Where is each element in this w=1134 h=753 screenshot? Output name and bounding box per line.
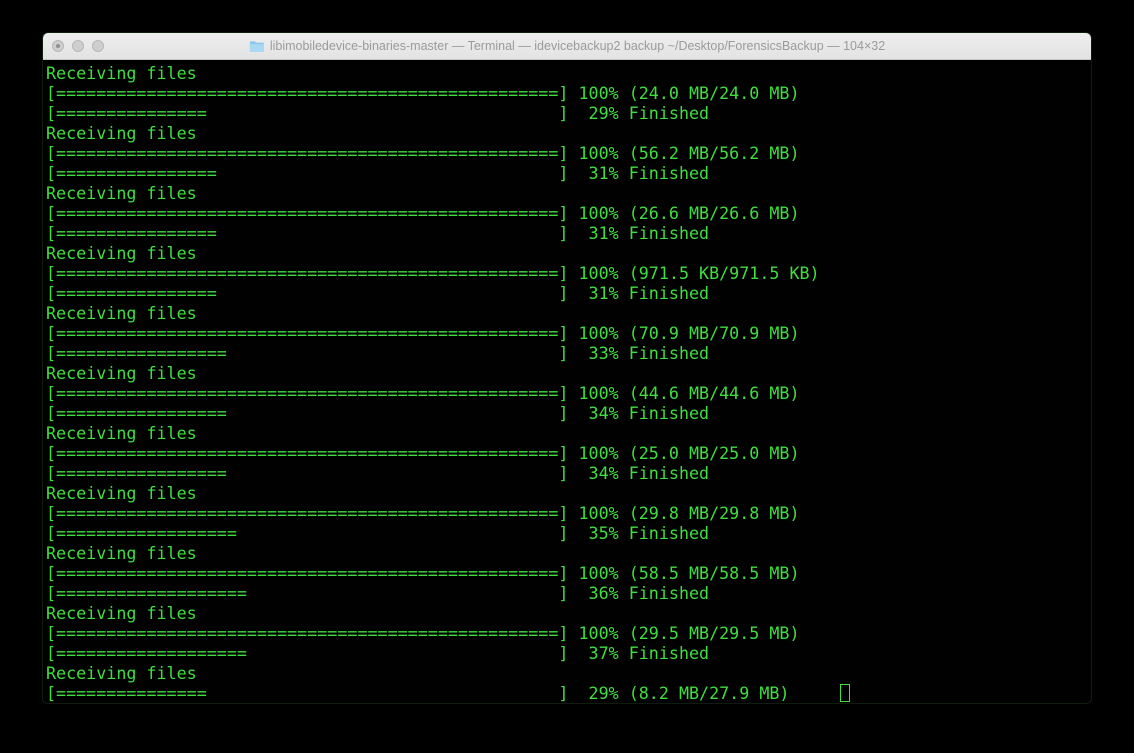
terminal-line: Receiving files	[46, 123, 1091, 143]
terminal-line: [=======================================…	[46, 383, 1091, 403]
window-title: libimobiledevice-binaries-master — Termi…	[249, 33, 885, 59]
minimize-button[interactable]	[72, 40, 84, 52]
zoom-button[interactable]	[92, 40, 104, 52]
terminal-line: [================== ] 35% Finished	[46, 523, 1091, 543]
terminal-line: Receiving files	[46, 183, 1091, 203]
traffic-lights	[52, 40, 104, 52]
terminal-line: [================= ] 33% Finished	[46, 343, 1091, 363]
terminal-line: [=======================================…	[46, 323, 1091, 343]
terminal-line: [================ ] 31% Finished	[46, 223, 1091, 243]
terminal-line: Receiving files	[46, 543, 1091, 563]
window-title-text: libimobiledevice-binaries-master — Termi…	[270, 39, 885, 53]
terminal-line: [================ ] 31% Finished	[46, 163, 1091, 183]
terminal-line: Receiving files	[46, 603, 1091, 623]
terminal-line: Receiving files	[46, 483, 1091, 503]
terminal-line: Receiving files	[46, 363, 1091, 383]
terminal-line: [=======================================…	[46, 83, 1091, 103]
terminal-line: [================= ] 34% Finished	[46, 403, 1091, 423]
terminal-line: [=======================================…	[46, 443, 1091, 463]
terminal-line: Receiving files	[46, 243, 1091, 263]
terminal-window: libimobiledevice-binaries-master — Termi…	[42, 32, 1092, 704]
terminal-screen[interactable]: Receiving files[========================…	[43, 60, 1091, 703]
terminal-line: [=================== ] 36% Finished	[46, 583, 1091, 603]
terminal-cursor	[840, 684, 850, 702]
terminal-line: [=======================================…	[46, 623, 1091, 643]
terminal-line: [=======================================…	[46, 143, 1091, 163]
terminal-line: Receiving files	[46, 303, 1091, 323]
title-bar[interactable]: libimobiledevice-binaries-master — Termi…	[43, 33, 1091, 60]
terminal-line: [=======================================…	[46, 503, 1091, 523]
terminal-line: Receiving files	[46, 63, 1091, 83]
terminal-line: [=============== ] 29% Finished	[46, 103, 1091, 123]
terminal-line: [=================== ] 37% Finished	[46, 643, 1091, 663]
terminal-line: [=============== ] 29% (8.2 MB/27.9 MB)	[46, 683, 1091, 703]
terminal-line: Receiving files	[46, 663, 1091, 683]
terminal-line: [=======================================…	[46, 563, 1091, 583]
desktop: { "window": { "title": "libimobiledevice…	[0, 0, 1134, 753]
terminal-line: Receiving files	[46, 423, 1091, 443]
terminal-line: [=======================================…	[46, 263, 1091, 283]
terminal-line: [=======================================…	[46, 203, 1091, 223]
terminal-line: [================= ] 34% Finished	[46, 463, 1091, 483]
folder-icon	[249, 40, 265, 53]
terminal-line: [================ ] 31% Finished	[46, 283, 1091, 303]
close-button[interactable]	[52, 40, 64, 52]
